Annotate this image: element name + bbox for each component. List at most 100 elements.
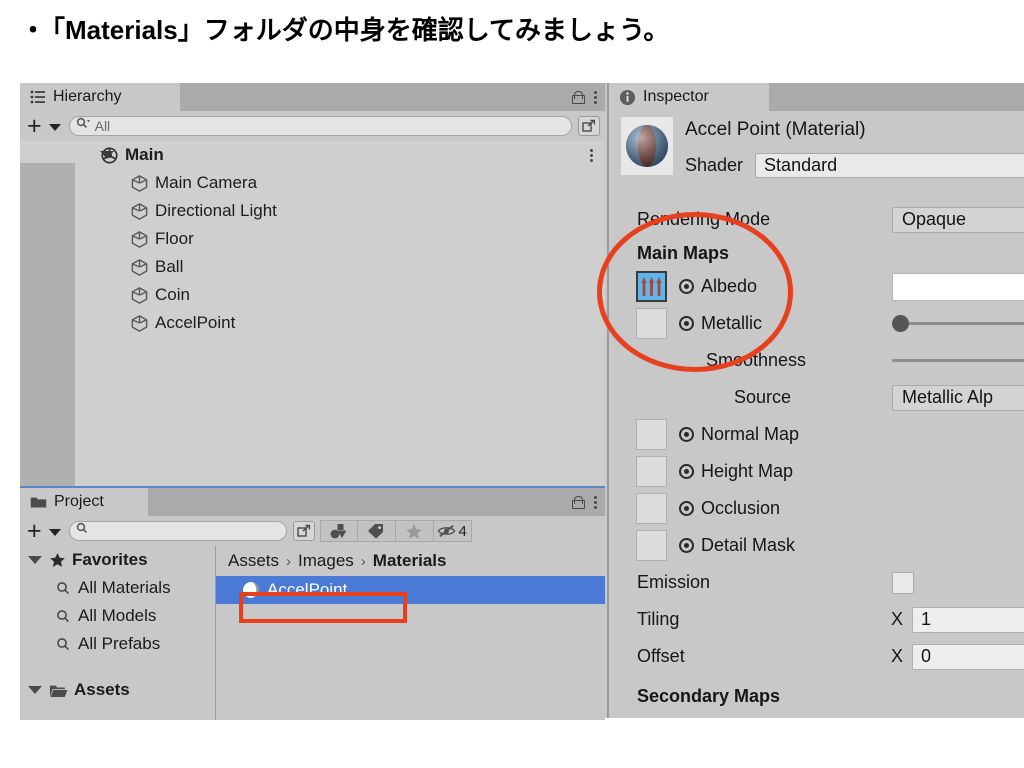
material-sphere-preview (621, 117, 673, 175)
target-picker-icon[interactable] (679, 279, 694, 294)
tiling-x-input[interactable]: 1 (912, 606, 1024, 633)
project-body: Favorites All Materials All Models All P… (20, 546, 605, 720)
metallic-slider[interactable] (892, 311, 1024, 337)
add-gameobject-button[interactable]: + (25, 114, 44, 139)
tab-hierarchy-label: Hierarchy (53, 88, 122, 105)
list-icon (30, 90, 46, 104)
gameobject-cube-icon (130, 202, 149, 221)
hierarchy-list[interactable]: Main Main Camera Directional Light Floor… (20, 141, 605, 486)
chevron-down-icon[interactable] (48, 124, 61, 131)
metallic-slider-track (892, 322, 1024, 325)
hierarchy-search-input[interactable]: All (68, 116, 572, 136)
project-tree-label: Assets (74, 680, 130, 699)
albedo-label: Albedo (701, 276, 758, 296)
asset-item-accelpoint[interactable]: AccelPoint (216, 576, 605, 604)
row-rendering-mode: Rendering Mode Opaque (609, 201, 1024, 238)
detail-mask-texture-slot[interactable] (636, 530, 667, 561)
kebab-menu-icon[interactable] (594, 90, 597, 104)
occlusion-texture-slot[interactable] (636, 493, 667, 524)
hierarchy-item-accelpoint[interactable]: AccelPoint (20, 309, 605, 337)
project-tree-assets[interactable]: Assets (20, 676, 215, 704)
offset-label: Offset (637, 646, 685, 666)
create-asset-button[interactable]: + (25, 519, 44, 544)
project-tree-all-models[interactable]: All Models (20, 602, 215, 630)
metallic-slider-knob[interactable] (892, 315, 909, 332)
project-tree-label: Favorites (72, 550, 148, 569)
lock-icon[interactable] (572, 495, 585, 509)
metallic-texture-slot[interactable] (636, 308, 667, 339)
info-icon (619, 89, 636, 106)
target-picker-icon[interactable] (679, 464, 694, 479)
breadcrumb-item-images[interactable]: Images (298, 551, 354, 571)
project-tree[interactable]: Favorites All Materials All Models All P… (20, 546, 216, 720)
project-tree-label: All Prefabs (78, 634, 161, 653)
normal-map-label: Normal Map (701, 424, 800, 444)
project-tree-label: All Models (78, 606, 157, 625)
page-title: ・「Materials」フォルダの中身を確認してみましょう。 (20, 10, 669, 47)
project-panel: Project + 4 Favorites All Materials All … (20, 486, 605, 720)
tab-hierarchy[interactable]: Hierarchy (20, 83, 180, 111)
project-tree-favorites[interactable]: Favorites (20, 546, 215, 574)
hierarchy-item-label: Floor (155, 229, 194, 248)
row-detail-mask: Detail Mask (609, 527, 1024, 564)
kebab-menu-icon[interactable] (594, 495, 597, 509)
metallic-label: Metallic (701, 313, 763, 333)
shapes-filter-icon[interactable] (319, 520, 358, 542)
target-picker-icon[interactable] (679, 316, 694, 331)
main-maps-label: Main Maps (637, 242, 730, 263)
search-icon (76, 117, 91, 135)
tab-project[interactable]: Project (20, 488, 148, 516)
project-tree-all-materials[interactable]: All Materials (20, 574, 215, 602)
hierarchy-item-main-camera[interactable]: Main Camera (20, 169, 605, 197)
emission-checkbox[interactable] (892, 571, 914, 594)
tag-label-icon[interactable] (357, 520, 396, 542)
arrows-texture-thumbnail[interactable] (636, 271, 667, 302)
smoothness-slider[interactable] (892, 348, 1024, 374)
project-tree-spacer (20, 658, 215, 676)
lock-icon[interactable] (572, 90, 585, 104)
expand-window-icon[interactable] (292, 521, 315, 541)
target-picker-icon[interactable] (679, 501, 694, 516)
hidden-eye-icon[interactable]: 4 (433, 520, 472, 542)
project-tree-all-prefabs[interactable]: All Prefabs (20, 630, 215, 658)
target-picker-icon[interactable] (679, 538, 694, 553)
chevron-down-icon[interactable] (48, 529, 61, 536)
source-dropdown[interactable]: Metallic Alp (892, 384, 1024, 411)
row-normal-map: Normal Map (609, 416, 1024, 453)
expand-window-icon[interactable] (578, 116, 600, 136)
target-picker-icon[interactable] (679, 427, 694, 442)
hierarchy-item-ball[interactable]: Ball (20, 253, 605, 281)
breadcrumb-item-assets[interactable]: Assets (228, 551, 279, 571)
hierarchy-item-label: AccelPoint (155, 313, 236, 332)
hierarchy-item-floor[interactable]: Floor (20, 225, 605, 253)
triangle-down-icon[interactable] (100, 151, 114, 159)
breadcrumb-item-materials[interactable]: Materials (373, 551, 447, 571)
gameobject-cube-icon (130, 286, 149, 305)
rendering-mode-label: Rendering Mode (637, 209, 771, 229)
tiling-axis-x-label: X (891, 609, 904, 629)
chevron-right-icon: › (286, 552, 292, 570)
hierarchy-panel: Hierarchy + All Main Main Camera Directi… (20, 83, 605, 486)
row-source: Source Metallic Alp (609, 379, 1024, 416)
triangle-down-icon[interactable] (28, 556, 42, 564)
hierarchy-root-row[interactable]: Main (20, 141, 605, 169)
hierarchy-tab-controls (572, 83, 597, 111)
hierarchy-item-coin[interactable]: Coin (20, 281, 605, 309)
offset-axis-x-label: X (891, 646, 904, 666)
normal-map-texture-slot[interactable] (636, 419, 667, 450)
hierarchy-item-directional-light[interactable]: Directional Light (20, 197, 605, 225)
shader-dropdown[interactable]: Standard (755, 153, 1024, 178)
inspector-tabbar: Inspector (609, 83, 1024, 111)
tab-inspector[interactable]: Inspector (609, 83, 769, 111)
bullet-marker: ・ (20, 15, 47, 45)
kebab-menu-icon[interactable] (590, 148, 593, 162)
project-search-input[interactable] (68, 521, 287, 541)
rendering-mode-dropdown[interactable]: Opaque (892, 206, 1024, 233)
row-albedo: Albedo (609, 268, 1024, 305)
project-filter-buttons: 4 (319, 520, 472, 542)
albedo-color-field[interactable] (892, 272, 1024, 301)
height-map-texture-slot[interactable] (636, 456, 667, 487)
offset-x-input[interactable]: 0 (912, 643, 1024, 670)
star-favorite-icon[interactable] (395, 520, 434, 542)
triangle-down-icon[interactable] (28, 686, 42, 694)
